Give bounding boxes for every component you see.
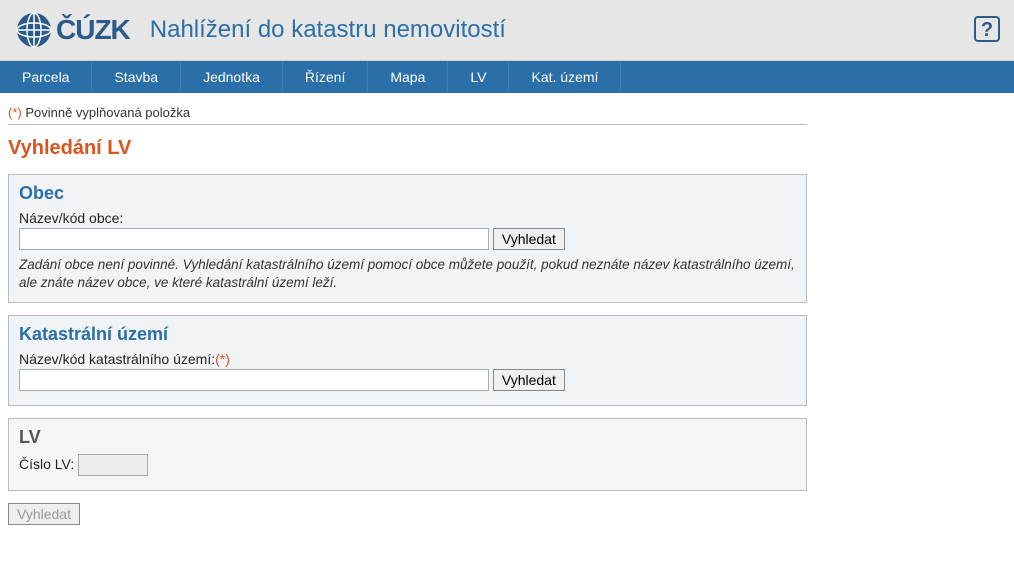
page-title: Vyhledání LV [8, 137, 807, 160]
nav-stavba[interactable]: Stavba [92, 61, 181, 93]
panel-obec: Obec Název/kód obce: Vyhledat Zadání obc… [8, 174, 807, 303]
obec-label: Název/kód obce: [19, 210, 123, 226]
lv-label: Číslo LV: [19, 456, 74, 472]
help-icon[interactable]: ? [974, 16, 1000, 42]
logo[interactable]: ČÚZK [14, 10, 130, 50]
nav-jednotka[interactable]: Jednotka [181, 61, 283, 93]
mandatory-text: Povinně vyplňovaná položka [22, 105, 190, 120]
app-header: ČÚZK Nahlížení do katastru nemovitostí ? [0, 0, 1014, 61]
panel-lv-title: LV [19, 427, 796, 448]
submit-button: Vyhledat [8, 503, 80, 525]
ku-label: Název/kód katastrálního území: [19, 351, 215, 367]
ku-required: (*) [215, 351, 230, 367]
panel-obec-title: Obec [19, 183, 796, 204]
mandatory-note: (*) Povinně vyplňovaná položka [8, 101, 807, 125]
nav-parcela[interactable]: Parcela [0, 61, 92, 93]
nav-mapa[interactable]: Mapa [368, 61, 448, 93]
svg-text:?: ? [981, 19, 993, 41]
obec-input[interactable] [19, 228, 489, 250]
app-title: Nahlížení do katastru nemovitostí [150, 16, 506, 44]
logo-text: ČÚZK [56, 14, 130, 46]
panel-lv: LV Číslo LV: [8, 418, 807, 491]
nav-lv[interactable]: LV [448, 61, 509, 93]
nav-rizeni[interactable]: Řízení [283, 61, 368, 93]
ku-input[interactable] [19, 369, 489, 391]
main-nav: Parcela Stavba Jednotka Řízení Mapa LV K… [0, 61, 1014, 93]
mandatory-star: (*) [8, 105, 22, 120]
obec-hint: Zadání obce není povinné. Vyhledání kata… [19, 256, 796, 292]
lv-input [78, 454, 148, 476]
nav-kat-uzemi[interactable]: Kat. území [509, 61, 621, 93]
obec-search-button[interactable]: Vyhledat [493, 228, 565, 250]
ku-search-button[interactable]: Vyhledat [493, 369, 565, 391]
panel-ku: Katastrální území Název/kód katastrálníh… [8, 315, 807, 406]
panel-ku-title: Katastrální území [19, 324, 796, 345]
globe-icon [14, 10, 54, 50]
